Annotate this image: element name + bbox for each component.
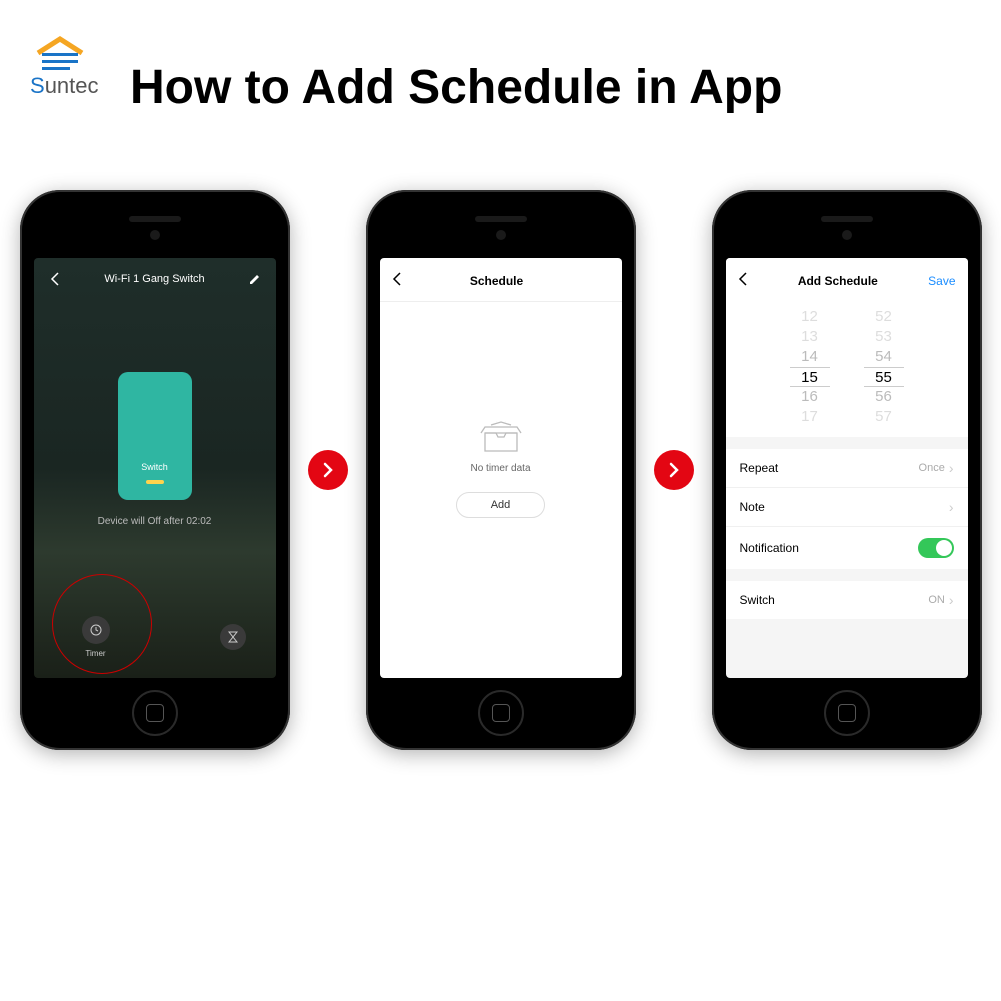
- screen-device-control: Wi-Fi 1 Gang Switch Switch Device will O…: [34, 258, 276, 678]
- hour-column[interactable]: 12 13 14 15 16 17: [790, 307, 830, 427]
- phones-row: Wi-Fi 1 Gang Switch Switch Device will O…: [0, 190, 1001, 750]
- time-picker[interactable]: 12 13 14 15 16 17 52 53 54 55 56 57: [726, 301, 968, 437]
- hourglass-button[interactable]: [220, 624, 246, 650]
- phone-2: Schedule No timer data Add: [366, 190, 636, 750]
- note-row[interactable]: Note ›: [726, 488, 968, 527]
- settings-group-1: Repeat Once › Note › Notification: [726, 449, 968, 569]
- screen-add-schedule: Add Schedule Save 12 13 14 15 16 17 52 5…: [726, 258, 968, 678]
- save-button[interactable]: Save: [928, 274, 955, 288]
- page-title: How to Add Schedule in App: [130, 60, 782, 115]
- phone-1: Wi-Fi 1 Gang Switch Switch Device will O…: [20, 190, 290, 750]
- home-button[interactable]: [132, 690, 178, 736]
- screen-schedule-empty: Schedule No timer data Add: [380, 258, 622, 678]
- s2-title: Schedule: [470, 274, 523, 288]
- s1-header: Wi-Fi 1 Gang Switch: [34, 258, 276, 296]
- s3-title: Add Schedule: [798, 274, 878, 288]
- chevron-right-icon: [320, 462, 336, 478]
- notification-row[interactable]: Notification: [726, 527, 968, 569]
- edit-button[interactable]: [246, 273, 264, 285]
- step-arrow-2: [654, 450, 694, 490]
- note-label: Note: [740, 500, 765, 514]
- s1-title: Wi-Fi 1 Gang Switch: [104, 273, 204, 285]
- s3-header: Add Schedule Save: [726, 258, 968, 301]
- repeat-value: Once: [919, 462, 945, 474]
- brand-logo: Suntec: [30, 35, 99, 99]
- s1-footer: Timer: [34, 602, 276, 678]
- s2-empty-state: No timer data Add: [380, 302, 622, 678]
- step-arrow-1: [308, 450, 348, 490]
- empty-text: No timer data: [470, 463, 530, 474]
- chevron-right-icon: ›: [949, 592, 954, 608]
- notification-toggle[interactable]: [918, 538, 954, 558]
- home-button[interactable]: [824, 690, 870, 736]
- empty-box-icon: [479, 423, 523, 453]
- switch-row-label: Switch: [740, 593, 775, 607]
- clock-icon: [82, 616, 110, 644]
- logo-house-icon: [30, 35, 90, 75]
- add-button[interactable]: Add: [456, 492, 546, 518]
- back-button[interactable]: [392, 272, 402, 289]
- s2-header: Schedule: [380, 258, 622, 302]
- settings-group-2: Switch ON ›: [726, 581, 968, 619]
- switch-row[interactable]: Switch ON ›: [726, 581, 968, 619]
- back-button[interactable]: [738, 272, 748, 289]
- home-button[interactable]: [478, 690, 524, 736]
- back-button[interactable]: [46, 272, 64, 286]
- repeat-label: Repeat: [740, 461, 779, 475]
- repeat-row[interactable]: Repeat Once ›: [726, 449, 968, 488]
- chevron-right-icon: ›: [949, 499, 954, 515]
- notification-label: Notification: [740, 541, 799, 555]
- switch-tile[interactable]: Switch: [118, 372, 192, 500]
- phone-3: Add Schedule Save 12 13 14 15 16 17 52 5…: [712, 190, 982, 750]
- switch-indicator: [146, 480, 164, 484]
- chevron-right-icon: [666, 462, 682, 478]
- brand-name: Suntec: [30, 73, 99, 99]
- switch-value: ON: [928, 594, 945, 606]
- timer-label: Timer: [85, 649, 105, 658]
- hourglass-icon: [228, 631, 238, 643]
- timer-button[interactable]: Timer: [82, 616, 110, 658]
- device-status-message: Device will Off after 02:02: [34, 516, 276, 527]
- switch-tile-label: Switch: [141, 462, 168, 472]
- chevron-right-icon: ›: [949, 460, 954, 476]
- minute-column[interactable]: 52 53 54 55 56 57: [864, 307, 904, 427]
